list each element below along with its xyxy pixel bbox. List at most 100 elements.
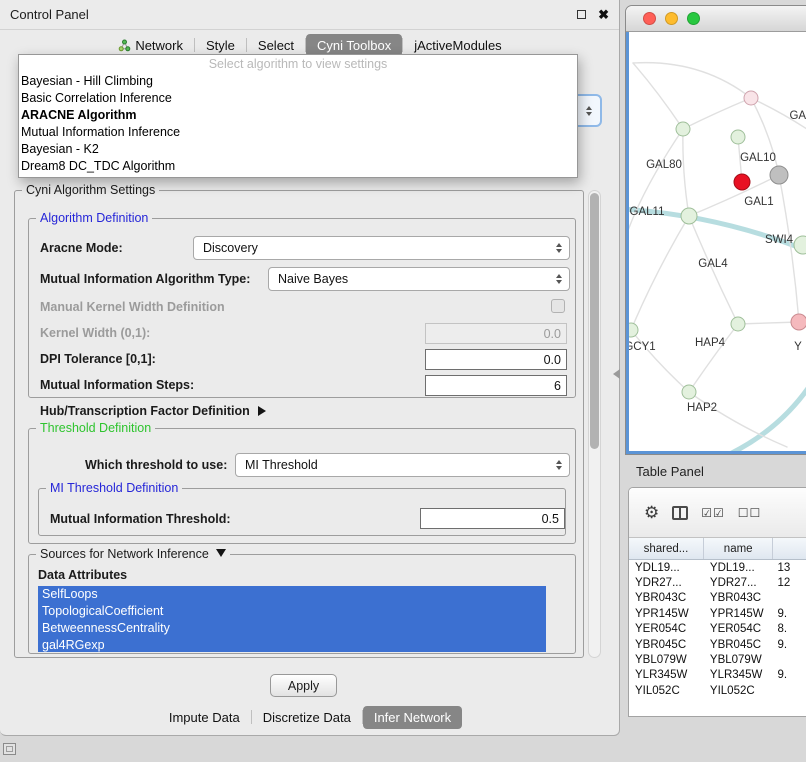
control-panel-titlebar: Control Panel ✖ [0,0,619,30]
network-node [629,323,638,337]
node-label: GCY1 [629,341,656,353]
splitter-collapse-icon[interactable] [613,369,620,379]
node-label: GAL [789,110,806,122]
network-window: GAL80GAL10GAL11GAL1SWI4GAL4GCY1HAP4HAP2G… [625,5,806,455]
apply-button[interactable]: Apply [270,674,337,697]
table-row[interactable]: YBR043CYBR043C [629,591,806,606]
column-header-name[interactable]: name [704,538,774,559]
combo-arrows-icon [556,274,562,284]
dpi-tolerance-field[interactable]: 0.0 [425,349,567,370]
desktop: Control Panel ✖ NetworkStyleSelectCyni T… [0,0,806,762]
mi-threshold-label: Mutual Information Threshold: [50,512,231,526]
hub-definition-label: Hub/Transcription Factor Definition [40,404,250,418]
mi-algorithm-type-select[interactable]: Naive Bayes [268,267,570,291]
tab-discretize-data[interactable]: Discretize Data [252,706,362,729]
gear-icon[interactable]: ⚙ [644,504,659,521]
list-item-gal4rgexp[interactable]: gal4RGexp [38,637,546,652]
mi-steps-field[interactable]: 6 [425,375,567,396]
menu-item-bayesian-hill-climbing[interactable]: Bayesian - Hill Climbing [19,73,577,90]
column-header-blank[interactable] [773,538,806,559]
which-threshold-value: MI Threshold [245,458,318,472]
list-item-topologicalcoefficient[interactable]: TopologicalCoefficient [38,603,546,620]
aracne-mode-value: Discovery [203,241,258,255]
network-node [791,314,806,330]
list-item-selfloops[interactable]: SelfLoops [38,586,546,603]
tab-infer-network[interactable]: Infer Network [363,706,462,729]
node-label: SWI4 [765,234,794,246]
close-icon[interactable]: ✖ [598,8,609,21]
control-panel-window: Control Panel ✖ NetworkStyleSelectCyni T… [0,0,620,736]
hide-columns-icon[interactable]: ☐☐ [738,506,762,520]
menu-item-mutual-information-inference[interactable]: Mutual Information Inference [19,124,577,141]
table-row[interactable]: YLR345WYLR345W9. [629,668,806,683]
mi-algorithm-type-value: Naive Bayes [278,272,348,286]
list-item-betweennesscentrality[interactable]: BetweennessCentrality [38,620,546,637]
network-view[interactable]: GAL80GAL10GAL11GAL1SWI4GAL4GCY1HAP4HAP2G… [626,32,806,454]
algorithm-definition-title: Algorithm Definition [36,211,152,225]
settings-scrollbar[interactable] [588,190,601,658]
menu-item-dream8-dc-tdc-algorithm[interactable]: Dream8 DC_TDC Algorithm [19,158,577,175]
network-node [770,166,788,184]
table-row[interactable]: YIL052CYIL052C [629,683,806,698]
table-row[interactable]: YBL079WYBL079W [629,652,806,667]
algorithm-dropdown-popup: Select algorithm to view settings Bayesi… [18,54,578,178]
minimize-traffic-light-icon[interactable] [665,12,678,25]
node-label: GAL1 [744,196,773,208]
mi-steps-label: Mutual Information Steps: [40,378,194,392]
network-node [794,236,806,254]
network-node [734,174,750,190]
bottom-tab-bar: Impute DataDiscretize DataInfer Network [0,705,620,729]
table-row[interactable]: YBR045CYBR045C9. [629,637,806,652]
table-row[interactable]: YDR27...YDR27...12 [629,575,806,590]
combo-arrows-icon [586,106,592,116]
combo-arrows-icon [556,243,562,253]
table-panel-title: Table Panel [636,464,704,479]
table-row[interactable]: YER054CYER054C8. [629,622,806,637]
float-window-icon[interactable] [577,10,586,19]
kernel-width-label: Kernel Width (0,1): [40,326,150,340]
table-row[interactable]: YPR145WYPR145W9. [629,606,806,621]
zoom-traffic-light-icon[interactable] [687,12,700,25]
which-threshold-select[interactable]: MI Threshold [235,453,570,477]
menu-item-aracne-algorithm[interactable]: ARACNE Algorithm [19,107,577,124]
network-graph[interactable]: GAL80GAL10GAL11GAL1SWI4GAL4GCY1HAP4HAP2G… [629,32,806,453]
combo-arrows-icon [556,460,562,470]
kernel-width-field: 0.0 [425,323,567,344]
dpi-tolerance-label: DPI Tolerance [0,1]: [40,352,156,366]
algorithm-menu-items: Bayesian - Hill ClimbingBasic Correlatio… [19,73,577,175]
network-node [731,130,745,144]
dropdown-placeholder: Select algorithm to view settings [19,55,577,73]
data-attributes-label: Data Attributes [38,568,127,582]
threshold-definition-title: Threshold Definition [36,421,155,435]
node-label: HAP4 [695,337,726,349]
network-window-titlebar [626,6,806,32]
menu-item-bayesian-k2[interactable]: Bayesian - K2 [19,141,577,158]
dock-panel-icon[interactable] [3,743,16,755]
aracne-mode-select[interactable]: Discovery [193,236,570,260]
scrollbar-thumb[interactable] [590,193,599,449]
hub-definition-expander[interactable]: Hub/Transcription Factor Definition [40,404,266,418]
mi-threshold-field[interactable]: 0.5 [420,508,565,529]
columns-icon[interactable] [672,506,688,520]
mi-algorithm-type-label: Mutual Information Algorithm Type: [40,272,250,286]
which-threshold-label: Which threshold to use: [85,458,227,472]
tab-impute-data[interactable]: Impute Data [158,706,251,729]
column-header-shared[interactable]: shared... [629,538,704,559]
node-label: GAL4 [698,258,728,270]
node-label: HAP2 [687,402,717,414]
show-columns-icon[interactable]: ☑☑ [701,506,725,520]
data-attributes-list: SelfLoopsTopologicalCoefficientBetweenne… [38,586,546,652]
node-label: Y [794,341,802,353]
window-title: Control Panel [10,7,89,22]
network-node [681,208,697,224]
close-traffic-light-icon[interactable] [643,12,656,25]
sources-group-title[interactable]: Sources for Network Inference [36,547,230,561]
node-label: GAL11 [630,206,665,218]
aracne-mode-label: Aracne Mode: [40,241,123,255]
table-body: YDL19...YDL19...13YDR27...YDR27...12YBR0… [629,560,806,699]
menu-item-basic-correlation-inference[interactable]: Basic Correlation Inference [19,90,577,107]
sources-title-text: Sources for Network Inference [40,547,209,561]
table-row[interactable]: YDL19...YDL19...13 [629,560,806,575]
network-node [682,385,696,399]
manual-kernel-width-label: Manual Kernel Width Definition [40,300,225,314]
